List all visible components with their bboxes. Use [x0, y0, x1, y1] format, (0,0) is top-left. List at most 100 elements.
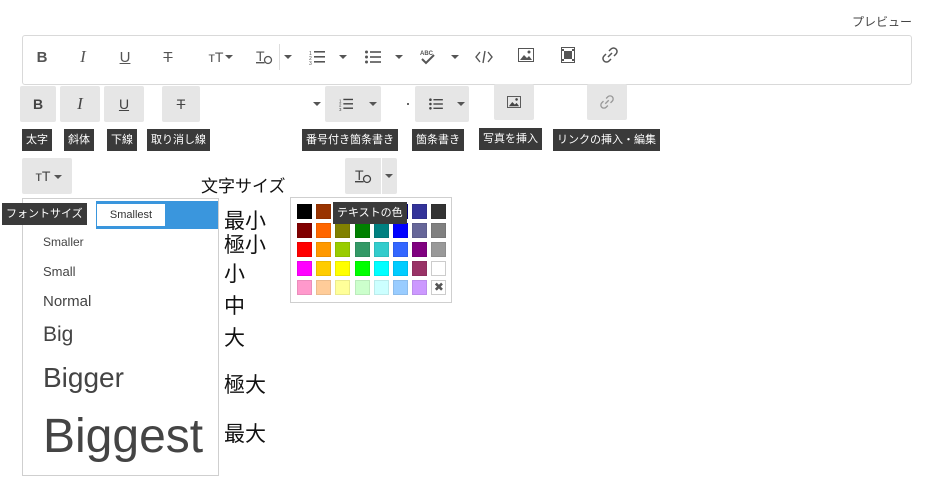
color-swatch[interactable]: [412, 242, 428, 257]
color-swatch[interactable]: [412, 223, 428, 238]
text-color-hover-button[interactable]: T: [345, 158, 397, 194]
color-swatch[interactable]: [373, 261, 389, 276]
color-swatch[interactable]: [393, 223, 408, 238]
color-swatch[interactable]: [297, 204, 312, 219]
bullet-list-hover-button[interactable]: [415, 86, 469, 122]
color-swatch[interactable]: [297, 261, 312, 276]
lone-caret-icon[interactable]: [313, 102, 321, 106]
color-swatch[interactable]: [335, 242, 351, 257]
numbered-list-button[interactable]: 123: [302, 42, 332, 72]
bullet-list-caret-icon[interactable]: [395, 55, 403, 59]
numbered-list-icon: 123: [309, 51, 325, 65]
color-swatch[interactable]: [316, 261, 332, 276]
color-swatch[interactable]: [373, 280, 389, 295]
color-swatch[interactable]: [335, 261, 351, 276]
tooltip-insert-link: リンクの挿入・編集: [553, 129, 660, 151]
numbered-list-hover-button[interactable]: 123: [325, 86, 381, 122]
underline-button[interactable]: U: [110, 42, 140, 72]
preview-link[interactable]: プレビュー: [852, 13, 912, 30]
color-swatch[interactable]: [412, 204, 428, 219]
code-button[interactable]: [469, 42, 499, 72]
jp-label-normal: 中: [224, 294, 245, 318]
jp-label-small: 小: [224, 262, 245, 286]
image-button[interactable]: [511, 40, 541, 70]
bold-button[interactable]: B: [27, 42, 57, 72]
tooltip-font-size: フォントサイズ: [2, 203, 87, 225]
color-swatch[interactable]: [354, 261, 370, 276]
tooltip-text-color: テキストの色: [333, 202, 407, 224]
link-button[interactable]: [595, 40, 625, 70]
color-swatch[interactable]: [412, 261, 428, 276]
font-size-item-small[interactable]: Small: [43, 264, 76, 279]
color-swatch[interactable]: [316, 280, 332, 295]
separator-dot: [407, 103, 409, 105]
spellcheck-button[interactable]: ABC: [413, 42, 443, 72]
bullet-list-button[interactable]: [358, 42, 388, 72]
font-size-dropdown: Smallest Smaller Small Normal Big Bigger…: [22, 198, 219, 476]
svg-text:3: 3: [309, 61, 312, 65]
image-hover-button[interactable]: [494, 84, 534, 120]
color-swatch[interactable]: [373, 223, 389, 238]
font-size-button[interactable]: тT: [197, 42, 235, 72]
font-size-item-biggest[interactable]: Biggest: [43, 409, 203, 464]
color-swatch[interactable]: [354, 223, 370, 238]
bold-icon: B: [36, 48, 48, 66]
color-swatch[interactable]: [431, 242, 447, 257]
video-icon: [561, 47, 575, 63]
jp-label-smaller: 極小: [224, 233, 266, 257]
underline-label: U: [118, 96, 130, 112]
code-icon: [475, 50, 493, 64]
color-swatch[interactable]: [431, 261, 447, 276]
color-swatch[interactable]: [431, 223, 447, 238]
color-swatch[interactable]: [316, 204, 332, 219]
color-swatch[interactable]: [393, 280, 408, 295]
color-swatch[interactable]: [354, 242, 370, 257]
font-size-item-smallest[interactable]: Smallest: [96, 203, 166, 227]
font-size-item-big[interactable]: Big: [43, 323, 73, 347]
color-swatch[interactable]: [297, 242, 312, 257]
italic-hover-button[interactable]: I: [60, 86, 100, 122]
color-swatch[interactable]: [393, 242, 408, 257]
underline-icon: U: [119, 48, 131, 66]
link-icon: [600, 95, 614, 109]
font-size-heading: 文字サイズ: [201, 177, 286, 197]
color-swatch[interactable]: [354, 280, 370, 295]
italic-button[interactable]: I: [68, 42, 98, 72]
font-size-item-selected[interactable]: Smallest: [96, 201, 218, 229]
jp-label-big: 大: [224, 326, 245, 350]
bullet-list-icon: [365, 50, 381, 64]
color-swatch[interactable]: [335, 223, 351, 238]
text-color-button[interactable]: T: [249, 42, 279, 72]
remove-color-icon[interactable]: ✖: [431, 280, 447, 295]
image-icon: [507, 96, 521, 108]
text-color-icon: T: [256, 48, 273, 65]
text-color-icon: T: [355, 167, 372, 184]
strikethrough-button[interactable]: T: [153, 42, 183, 72]
color-swatch[interactable]: [297, 280, 312, 295]
text-color-caret-icon[interactable]: [284, 55, 292, 59]
spellcheck-icon: ABC: [420, 51, 435, 65]
font-size-item-normal[interactable]: Normal: [43, 293, 91, 310]
color-swatch[interactable]: [335, 280, 351, 295]
bold-hover-button[interactable]: B: [20, 86, 56, 122]
font-size-item-smaller[interactable]: Smaller: [43, 235, 84, 249]
jp-label-biggest: 最大: [224, 422, 266, 446]
color-swatch[interactable]: [393, 261, 408, 276]
font-size-hover-button[interactable]: тT: [22, 158, 72, 194]
color-swatch[interactable]: [316, 242, 332, 257]
color-swatch[interactable]: [316, 223, 332, 238]
font-size-item-bigger[interactable]: Bigger: [43, 362, 124, 394]
spellcheck-caret-icon[interactable]: [451, 55, 459, 59]
numbered-list-caret-icon[interactable]: [339, 55, 347, 59]
split-divider: [381, 158, 382, 194]
link-icon: [602, 47, 618, 63]
underline-hover-button[interactable]: U: [104, 86, 144, 122]
strikethrough-label: T: [176, 96, 186, 112]
color-swatch[interactable]: [297, 223, 312, 238]
color-swatch[interactable]: [412, 280, 428, 295]
color-swatch[interactable]: [431, 204, 447, 219]
video-button[interactable]: [553, 40, 583, 70]
link-hover-button[interactable]: [587, 84, 627, 120]
strikethrough-hover-button[interactable]: T: [162, 86, 200, 122]
color-swatch[interactable]: [373, 242, 389, 257]
